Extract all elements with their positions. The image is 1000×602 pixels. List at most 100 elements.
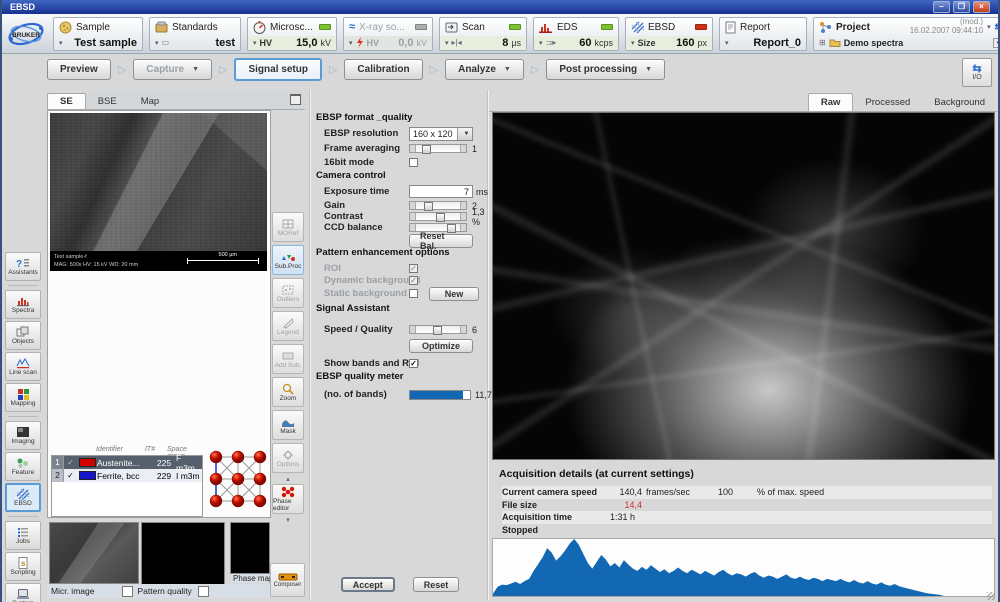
ebsp-resolution-select[interactable]: 160 x 120▼ [409, 127, 473, 141]
resize-grip[interactable] [987, 592, 995, 600]
chevron-down-icon[interactable]: ▾ [349, 39, 353, 47]
zoom-button[interactable]: Zoom [272, 377, 304, 407]
table-row-austenite[interactable]: 1 ✓ Austenite... 225 F m3m [52, 456, 202, 469]
calibration-button[interactable]: Calibration [344, 59, 422, 80]
moref-button[interactable]: MORef [272, 212, 304, 242]
gain-slider[interactable] [409, 201, 467, 210]
show-bands-checkbox[interactable]: ✓ [409, 359, 418, 368]
chevron-down-icon[interactable]: ▼ [457, 128, 472, 140]
tab-background[interactable]: Background [922, 94, 997, 111]
microscope-value[interactable]: 15,0 [296, 37, 317, 49]
micr-image-checkbox[interactable] [122, 586, 133, 597]
chevron-down-icon[interactable]: ▾ [631, 39, 635, 47]
sidebar-item-scripting[interactable]: s Scripting [5, 552, 41, 581]
sample-value[interactable]: Test sample [74, 37, 137, 49]
group-sample[interactable]: Sample ▾ Test sample [53, 17, 143, 51]
analyze-button[interactable]: Analyze▼ [445, 59, 524, 80]
accept-button[interactable]: Accept [341, 577, 395, 592]
tab-bse[interactable]: BSE [86, 94, 129, 109]
phase-check[interactable]: ✓ [64, 458, 77, 467]
sub-proc-button[interactable]: Sub.Proc [272, 245, 304, 275]
group-project[interactable]: Project (mod.)16.02.2007 09:44:10 ▾ ⇆ ⊞ … [813, 17, 1000, 51]
group-xray[interactable]: ≈ X-ray so... ▾ HV 0,0 kV [343, 17, 433, 51]
chevron-down-icon[interactable]: ▾ [725, 39, 729, 47]
sync-icon[interactable]: ⇆ [995, 22, 1000, 33]
post-processing-button[interactable]: Post processing▼ [546, 59, 665, 80]
sidebar-item-mapping[interactable]: Mapping [5, 383, 41, 412]
io-button[interactable]: ⇆ I/O [962, 58, 992, 87]
chevron-down-icon[interactable]: ▾ [155, 39, 159, 47]
tab-raw[interactable]: Raw [808, 93, 854, 111]
options-button[interactable]: Options [272, 443, 304, 473]
roi-checkbox[interactable]: ✓ [409, 264, 418, 273]
pattern-quality-thumbnail[interactable] [141, 522, 225, 588]
report-value[interactable]: Report_0 [753, 37, 801, 49]
expand-node-icon[interactable]: ⊞ [819, 38, 826, 47]
chevron-down-icon[interactable]: ▾ [253, 39, 257, 47]
group-scan[interactable]: Scan ▾ ▸|◂ 8 µs [439, 17, 527, 51]
sidebar-item-ebsd[interactable]: EBSD [5, 483, 41, 512]
exposure-time-input[interactable]: 7 [409, 185, 473, 198]
16bit-mode-checkbox[interactable] [409, 158, 418, 167]
chevron-down-icon[interactable]: ▾ [59, 39, 63, 47]
sidebar-item-assistants[interactable]: ? Assistants [5, 252, 41, 281]
micr-image-thumbnail[interactable] [49, 522, 139, 584]
mask-button[interactable]: Mask [272, 410, 304, 440]
static-background-checkbox[interactable] [409, 289, 418, 298]
reset-button[interactable]: Reset [413, 577, 460, 592]
capture-button[interactable]: Capture▼ [133, 59, 212, 80]
group-report[interactable]: Report ▾ Report_0 [719, 17, 807, 51]
standards-value[interactable]: test [215, 37, 235, 49]
crystal-structure-view[interactable] [208, 449, 268, 514]
tab-processed[interactable]: Processed [853, 94, 922, 111]
chevron-up-icon[interactable]: ▴ [286, 477, 290, 483]
table-row-ferrite[interactable]: 2 ✓ Ferrite, bcc 229 I m3m [52, 469, 202, 482]
close-button[interactable]: × [973, 1, 990, 13]
chevron-down-icon[interactable]: ▾ [987, 23, 991, 31]
optimize-button[interactable]: Optimize [409, 339, 473, 353]
chevron-down-icon[interactable]: ▾ [445, 39, 449, 47]
splitter[interactable] [487, 90, 488, 600]
sidebar-item-jobs[interactable]: Jobs [5, 521, 41, 550]
panel-restore-icon[interactable] [290, 94, 301, 105]
sidebar-item-system[interactable]: System [5, 583, 41, 602]
sidebar-item-line-scan[interactable]: Line scan [5, 352, 41, 381]
minimize-button[interactable]: – [933, 1, 950, 13]
speed-quality-slider[interactable] [409, 325, 467, 334]
project-more-button[interactable]: ▾ [993, 38, 1000, 48]
ebsd-value[interactable]: 160 [676, 37, 694, 49]
sidebar-item-feature[interactable]: Feature [5, 452, 41, 481]
outliers-button[interactable]: Outliers [272, 278, 304, 308]
phase-check[interactable]: ✓ [64, 471, 77, 480]
signal-setup-button[interactable]: Signal setup [234, 58, 321, 81]
group-standards[interactable]: Standards ▾ ▭ test [149, 17, 241, 51]
sem-image[interactable] [50, 113, 267, 251]
add-sub-button[interactable]: Add Sub. [272, 344, 304, 374]
dynamic-background-checkbox[interactable]: ✓ [409, 276, 418, 285]
pattern-quality-checkbox[interactable] [198, 586, 209, 597]
legend-button[interactable]: Legend [272, 311, 304, 341]
group-ebsd[interactable]: EBSD ▾ Size 160 px [625, 17, 713, 51]
scan-value[interactable]: 8 [502, 37, 508, 49]
tab-map[interactable]: Map [129, 94, 171, 109]
xray-value[interactable]: 0,0 [398, 37, 413, 49]
sidebar-item-objects[interactable]: Objects [5, 321, 41, 350]
frame-averaging-slider[interactable] [409, 144, 467, 153]
phase-editor-button[interactable]: Phase editor [272, 484, 304, 514]
new-background-button[interactable]: New [429, 287, 479, 301]
chevron-down-icon[interactable]: ▾ [286, 518, 290, 524]
preview-button[interactable]: Preview [47, 59, 111, 80]
project-item[interactable]: Demo spectra [844, 38, 904, 48]
phase-map-thumbnail[interactable] [230, 522, 270, 574]
group-microscope[interactable]: Microsc... ▾ HV 15,0 kV [247, 17, 337, 51]
ebsp-pattern-view[interactable] [492, 112, 995, 460]
chevron-down-icon[interactable]: ▾ [539, 39, 543, 47]
sidebar-item-imaging[interactable]: Imaging [5, 421, 41, 450]
splitter[interactable] [309, 90, 310, 600]
maximize-button[interactable]: ❐ [953, 1, 970, 13]
eds-value[interactable]: 60 [579, 37, 591, 49]
contrast-slider[interactable] [409, 212, 467, 221]
reset-balance-button[interactable]: Reset Bal. [409, 234, 473, 248]
sidebar-item-spectra[interactable]: Spectra [5, 290, 41, 319]
composer-button[interactable]: Composer [270, 563, 305, 597]
